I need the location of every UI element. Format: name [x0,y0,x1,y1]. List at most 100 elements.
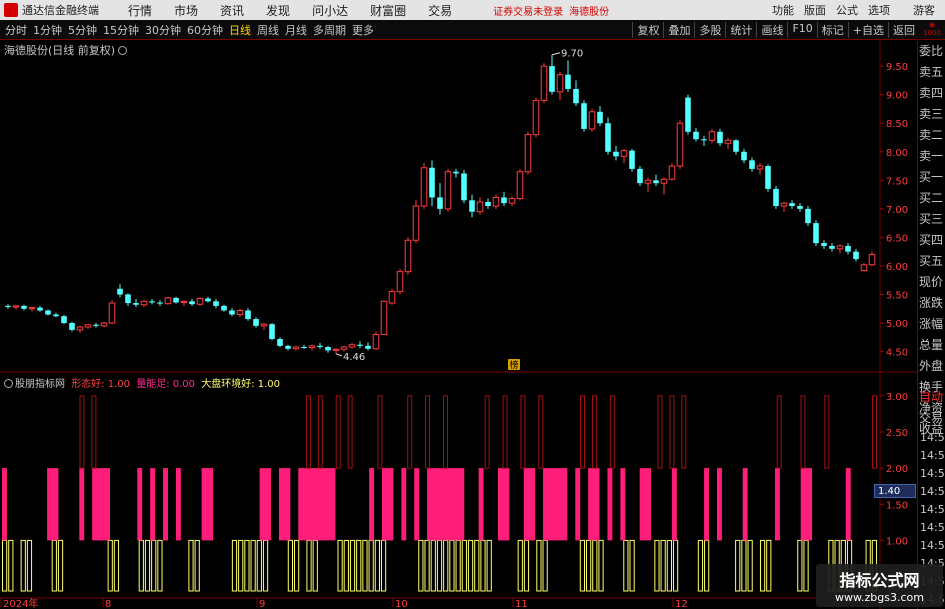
period-tab-10[interactable]: 更多 [349,22,377,38]
side-item-7[interactable]: 买二 [918,188,945,209]
app-logo-icon [4,3,18,17]
period-tab-2[interactable]: 5分钟 [65,22,100,38]
candle [205,296,211,303]
legend-market: 大盘环境好: 1.00 [201,379,281,390]
candle-body [277,339,283,346]
volume-good-bar [298,468,336,541]
candle-body [644,179,652,184]
side-item-11[interactable]: 现价 [918,272,945,293]
candle-body [28,307,36,310]
tool-button-8[interactable]: 返回 [888,21,919,38]
tool-button-6[interactable]: 标记 [816,21,848,38]
side-trade[interactable]: 交易 [918,408,945,429]
market-good-bar [424,539,430,592]
volume-good-bar [414,468,420,541]
side-item-0[interactable]: 委比 [918,41,945,62]
menu-item-market[interactable]: 市场 [163,2,209,19]
market-good-bar [735,539,741,592]
side-item-5[interactable]: 卖一 [918,146,945,167]
market-good-bar [138,539,144,592]
market-good-bar [579,539,585,592]
period-tab-5[interactable]: 60分钟 [184,22,226,38]
candle [61,315,67,325]
period-tab-3[interactable]: 15分钟 [100,22,142,38]
candle-body [437,197,443,209]
side-item-1[interactable]: 卖五 [918,62,945,83]
candle-body [125,294,131,304]
menu-item-discover[interactable]: 发现 [255,2,301,19]
candle-body [540,65,548,101]
candle [301,344,307,349]
candle [412,200,420,244]
period-tab-7[interactable]: 周线 [254,22,282,38]
guest-user[interactable]: 游客 [913,2,935,18]
candle-body [108,302,116,324]
side-item-3[interactable]: 卖三 [918,104,945,125]
candle-body [260,323,268,327]
candle [420,163,428,209]
period-tab-0[interactable]: 分时 [2,22,30,38]
menu-item-layout[interactable]: 版面 [799,2,831,18]
market-good-bar [349,539,356,592]
settings-icon[interactable] [118,46,128,55]
kline-chart[interactable]: 9.70 4.46 榜 9.50 9.00 8.50 8.00 7.50 7.00 6.50 6.… [0,41,917,609]
candle-body [613,151,619,157]
candle [332,348,340,354]
candle-body [556,74,564,93]
side-item-12[interactable]: 涨跌 [918,293,945,314]
menu-item-options[interactable]: 选项 [863,2,895,18]
menu-item-trade[interactable]: 交易 [417,2,463,19]
candle-body [213,301,219,306]
candle [868,251,876,266]
tool-button-4[interactable]: 画线 [756,21,787,38]
market-good-bar [443,539,449,592]
trade-login-status[interactable]: 证券交易未登录 [493,3,563,18]
candle [189,299,195,306]
market-good-bar [287,539,293,592]
side-item-6[interactable]: 买一 [918,167,945,188]
side-item-2[interactable]: 卖四 [918,83,945,104]
tool-button-0[interactable]: 复权 [632,21,663,38]
market-good-bar [26,539,33,592]
side-item-4[interactable]: 卖二 [918,125,945,146]
tool-button-5[interactable]: F10 [787,21,816,38]
candle-body [308,345,316,349]
period-tab-9[interactable]: 多周期 [310,22,349,38]
period-tab-4[interactable]: 30分钟 [142,22,184,38]
candle [508,196,516,206]
candle [76,325,84,333]
side-item-14[interactable]: 总量 [918,335,945,356]
candle [396,268,404,295]
menu-item-ask[interactable]: 问小达 [301,2,359,19]
menu-item-news[interactable]: 资讯 [209,2,255,19]
tool-button-7[interactable]: +自选 [847,21,888,38]
menu-item-wealth[interactable]: 财富圈 [359,2,417,19]
candle [461,170,467,204]
side-item-9[interactable]: 买四 [918,230,945,251]
side-auto[interactable]: 自动 [918,387,945,408]
side-item-10[interactable]: 买五 [918,251,945,272]
candle [260,323,268,330]
period-tab-6[interactable]: 日线 [226,22,254,38]
side-item-13[interactable]: 涨幅 [918,314,945,335]
volume-good-bar [575,468,581,541]
candle [149,299,155,305]
candle [749,157,755,172]
side-item-15[interactable]: 外盘 [918,356,945,377]
menu-item-quotes[interactable]: 行情 [117,2,163,19]
candle-body [45,310,51,315]
menu-item-function[interactable]: 功能 [767,2,799,18]
side-item-8[interactable]: 买三 [918,209,945,230]
market-good-bar [20,539,26,592]
menu-item-formula[interactable]: 公式 [831,2,863,18]
tool-button-1[interactable]: 叠加 [663,21,694,38]
tool-button-3[interactable]: 统计 [725,21,756,38]
candle [245,308,251,321]
indicator-settings-icon[interactable] [4,379,13,388]
tool-button-2[interactable]: 多股 [694,21,725,38]
candle-body [797,206,803,209]
volume-good-bar [588,468,600,541]
period-tab-1[interactable]: 1分钟 [30,22,65,38]
market-good-bar [57,539,64,592]
period-tab-8[interactable]: 月线 [282,22,310,38]
